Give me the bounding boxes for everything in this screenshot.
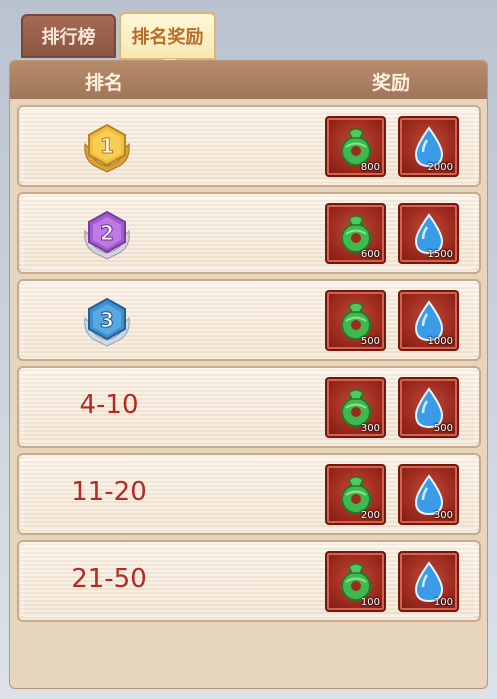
rank-range: 4-10 [79,390,139,420]
gold-medal-icon: 1 [84,123,130,173]
tab-leaderboard[interactable]: 排行榜 [21,14,116,58]
reward-row-3: 3 500 1000 [17,279,481,361]
water-count: 1500 [427,249,453,260]
water-reward-slot[interactable]: 1000 [398,290,459,351]
jade-reward-slot[interactable]: 300 [325,377,386,438]
rewards-panel: 排名 奖励 1 800 2000 2 600 1500 3 500 1000 4… [9,60,488,689]
water-reward-slot[interactable]: 1500 [398,203,459,264]
jade-count: 500 [360,336,380,347]
header-rank: 排名 [85,72,124,94]
medal-number: 2 [100,221,114,245]
rank-range: 21-50 [71,564,147,594]
water-reward-slot[interactable]: 300 [398,464,459,525]
jade-reward-slot[interactable]: 800 [325,116,386,177]
water-reward-slot[interactable]: 2000 [398,116,459,177]
purple-medal-icon: 2 [84,210,130,260]
jade-reward-slot[interactable]: 100 [325,551,386,612]
water-count: 100 [433,597,453,608]
table-header: 排名 奖励 [10,61,487,99]
tab-leaderboard-label: 排行榜 [41,27,96,48]
reward-row-1: 1 800 2000 [17,105,481,187]
blue-medal-icon: 3 [84,297,130,347]
medal-number: 3 [100,308,114,332]
jade-reward-slot[interactable]: 600 [325,203,386,264]
header-reward: 奖励 [372,72,411,94]
water-reward-slot[interactable]: 500 [398,377,459,438]
jade-reward-slot[interactable]: 200 [325,464,386,525]
water-count: 1000 [427,336,453,347]
jade-count: 600 [360,249,380,260]
jade-count: 800 [360,162,380,173]
water-reward-slot[interactable]: 100 [398,551,459,612]
jade-count: 200 [360,510,380,521]
reward-row-2: 2 600 1500 [17,192,481,274]
rank-range: 11-20 [71,477,147,507]
water-count: 2000 [427,162,453,173]
jade-count: 100 [360,597,380,608]
reward-row-5: 11-20 200 300 [17,453,481,535]
water-count: 500 [433,423,453,434]
reward-row-4: 4-10 300 500 [17,366,481,448]
jade-reward-slot[interactable]: 500 [325,290,386,351]
water-count: 300 [433,510,453,521]
tab-rank-rewards[interactable]: 排名奖励 [119,12,216,67]
jade-count: 300 [360,423,380,434]
reward-row-6: 21-50 100 100 [17,540,481,622]
tab-rank-rewards-label: 排名奖励 [131,27,204,48]
medal-number: 1 [100,134,114,158]
